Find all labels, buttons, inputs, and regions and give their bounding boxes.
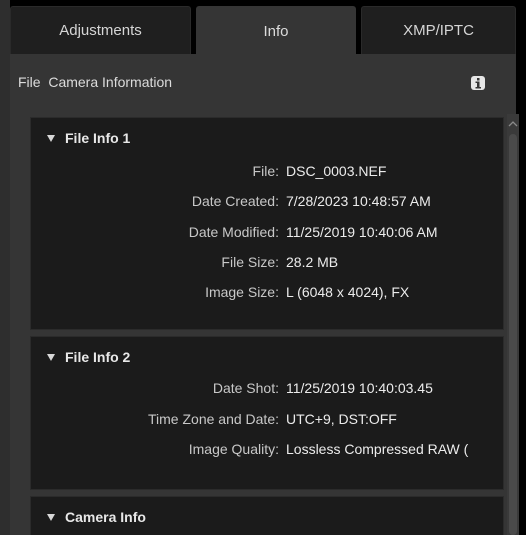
section-file-info-1: File Info 1 File: DSC_0003.NEF Date Crea… [30,117,504,330]
info-row: File: DSC_0003.NEF [31,163,505,185]
row-label: File Size: [221,254,279,270]
row-value: L (6048 x 4024), FX [286,284,410,300]
info-row: Date Created: 7/28/2023 10:48:57 AM [31,193,505,215]
tab-adjustments[interactable]: Adjustments [10,6,191,54]
row-value: 7/28/2023 10:48:57 AM [286,193,431,209]
tab-info[interactable]: Info [196,6,356,56]
section-file-info-2: File Info 2 Date Shot: 11/25/2019 10:40:… [30,336,504,490]
row-label: File: [252,163,279,179]
scroll-up-icon[interactable] [507,116,519,127]
row-label: Date Shot: [212,380,279,396]
row-label: Date Modified: [188,224,279,240]
row-label: Image Size: [205,284,279,300]
left-edge-strip [0,0,10,535]
section-header-camera-info[interactable]: Camera Info [47,509,146,525]
camera-info-panel: Adjustments Info XMP/IPTC File Camera In… [0,0,526,535]
row-value: 11/25/2019 10:40:06 AM [286,224,438,240]
info-icon[interactable] [470,75,486,91]
row-label: Time Zone and Date: [148,411,279,427]
row-label: Date Created: [191,193,279,209]
expand-triangle-icon [47,134,55,142]
row-value: 11/25/2019 10:40:03.45 [286,380,433,396]
row-value: Lossless Compressed RAW ( [286,441,469,457]
vertical-scrollbar[interactable] [507,114,519,535]
section-header-file-info-1[interactable]: File Info 1 [47,130,130,146]
section-camera-info: Camera Info [30,496,504,535]
info-row: Image Size: L (6048 x 4024), FX [31,284,505,306]
tab-bar: Adjustments Info XMP/IPTC [10,6,516,56]
info-row: Date Shot: 11/25/2019 10:40:03.45 [31,380,505,402]
row-value: UTC+9, DST:OFF [286,411,397,427]
info-row: Date Modified: 11/25/2019 10:40:06 AM [31,224,505,246]
row-value: 28.2 MB [286,254,339,270]
row-value: DSC_0003.NEF [286,163,387,179]
expand-triangle-icon [47,513,55,521]
section-title: File Info 1 [65,130,131,146]
info-content: File Camera Information File Info 1 File… [10,54,519,535]
row-label: Image Quality: [188,441,279,457]
section-title: Camera Info [65,509,146,525]
section-title: File Info 2 [65,349,131,365]
info-row: File Size: 28.2 MB [31,254,505,276]
sections-scroll-area[interactable]: File Info 1 File: DSC_0003.NEF Date Crea… [30,117,506,535]
scrollbar-thumb[interactable] [509,134,517,535]
section-header-file-info-2[interactable]: File Info 2 [47,349,130,365]
info-header: File Camera Information [10,54,516,110]
info-row: Time Zone and Date: UTC+9, DST:OFF [31,411,505,433]
expand-triangle-icon [47,353,55,361]
header-title: File Camera Information [18,74,173,90]
tab-xmp-iptc[interactable]: XMP/IPTC [361,6,516,54]
info-row: Image Quality: Lossless Compressed RAW ( [31,441,505,463]
